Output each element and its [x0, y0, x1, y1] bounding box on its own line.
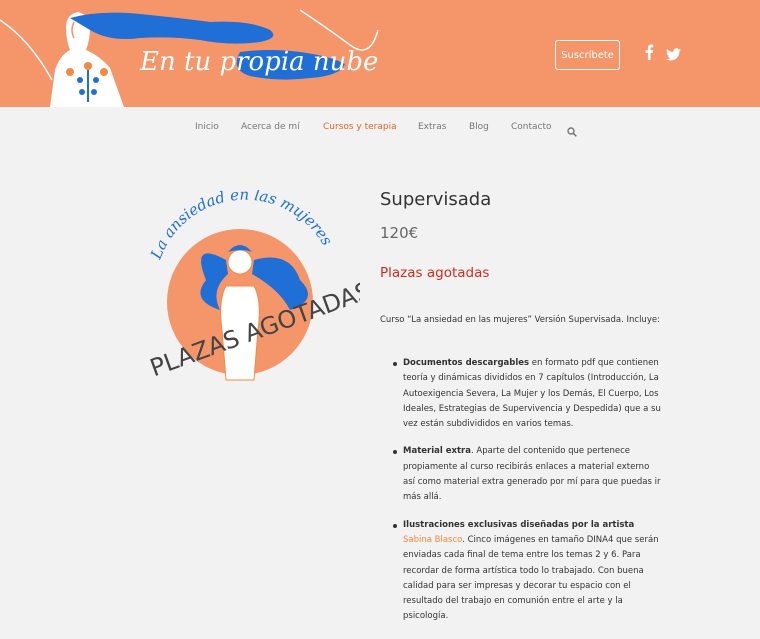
feature-title: Material extra [403, 446, 471, 457]
feature-text: en formato pdf que contienen teoría y di… [403, 358, 661, 430]
subscribe-button[interactable]: Suscríbete [555, 40, 620, 70]
nav-blog[interactable]: Blog [469, 122, 489, 132]
twitter-icon[interactable] [666, 46, 681, 65]
product-price: 120€ [380, 224, 419, 242]
artist-link[interactable]: Sabina Blasco [403, 535, 462, 545]
nav-inicio[interactable]: Inicio [195, 122, 219, 132]
stock-status: Plazas agotadas [380, 265, 490, 281]
nav-cursos[interactable]: Cursos y terapia [323, 122, 397, 132]
site-header: En tu propia nube Suscríbete [0, 0, 760, 107]
svg-text:En tu propia nube: En tu propia nube [139, 47, 378, 77]
nav-contacto[interactable]: Contacto [511, 122, 552, 132]
feature-list: Documentos descargables en formato pdf q… [393, 356, 661, 637]
feature-title: Documentos descargables [403, 358, 530, 368]
feature-title: Ilustraciones exclusivas diseñadas por l… [403, 519, 635, 530]
product-image[interactable]: La ansiedad en las mujeres PLAZAS AGOTAD… [130, 186, 374, 394]
facebook-icon[interactable] [644, 44, 654, 64]
list-item: Ilustraciones exclusivas diseñadas por l… [393, 518, 661, 625]
nav-acerca[interactable]: Acerca de mí [241, 122, 300, 132]
feature-text: . Cinco imágenes en tamaño DINA4 que ser… [403, 534, 659, 622]
search-icon[interactable] [567, 122, 577, 141]
nav-extras[interactable]: Extras [418, 122, 446, 132]
list-item: Documentos descargables en formato pdf q… [393, 356, 661, 432]
list-item: Material extra. Aparte del contenido que… [393, 444, 661, 505]
product-intro: Curso “La ansiedad en las mujeres” Versi… [380, 315, 660, 325]
site-logo[interactable]: En tu propia nube [0, 0, 400, 107]
product-title: Supervisada [380, 189, 492, 210]
